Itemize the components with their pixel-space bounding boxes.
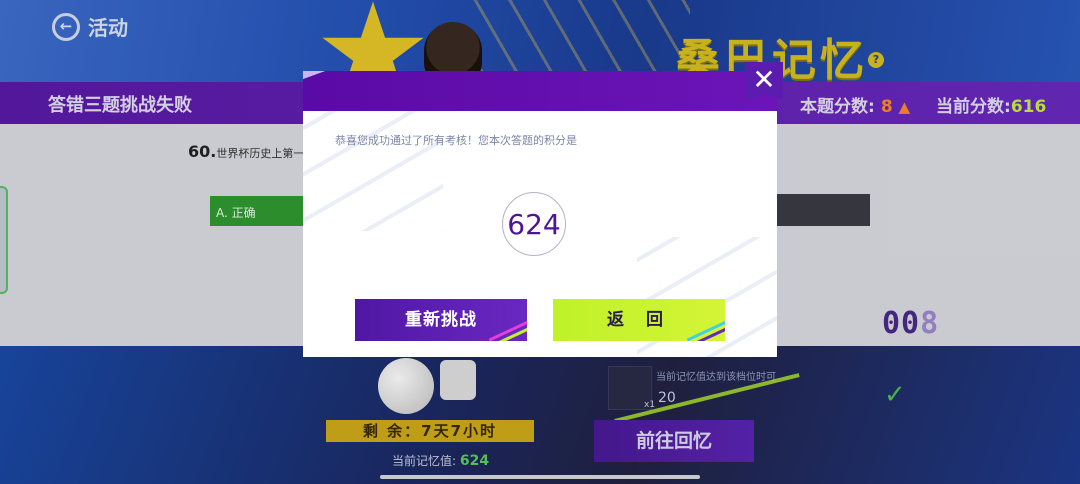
dialog-decor-stripes xyxy=(303,111,443,231)
dialog-header xyxy=(303,71,777,111)
result-dialog: 恭喜您成功通过了所有考核！您本次答题的积分是 624 重新挑战 返 回 xyxy=(303,71,777,357)
dialog-message: 恭喜您成功通过了所有考核！您本次答题的积分是 xyxy=(335,134,577,147)
return-label: 返 回 xyxy=(607,310,671,330)
return-button[interactable]: 返 回 xyxy=(553,299,725,341)
retry-label: 重新挑战 xyxy=(405,310,477,330)
retry-button[interactable]: 重新挑战 xyxy=(355,299,527,341)
final-score: 624 xyxy=(502,192,566,256)
